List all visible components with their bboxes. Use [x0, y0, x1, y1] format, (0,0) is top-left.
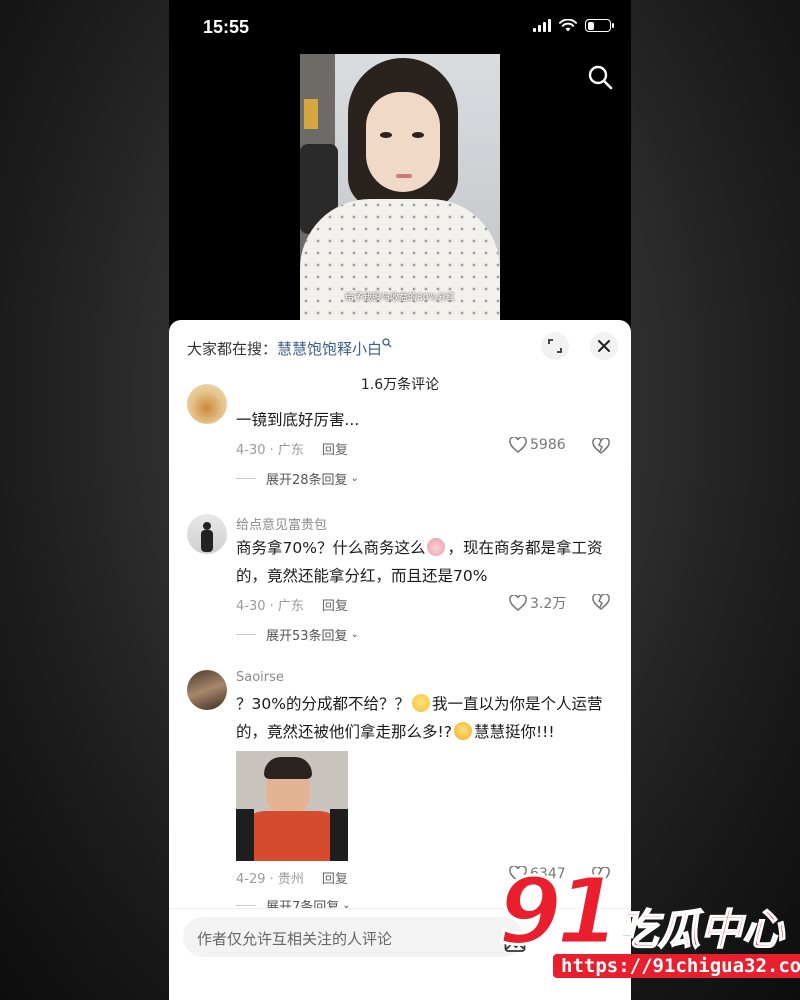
like-button[interactable]: 5986	[509, 437, 566, 453]
small-search-icon	[382, 338, 392, 348]
comment-text-part: ？30%的分成都不给？？	[236, 695, 410, 713]
comment-input-placeholder: 作者仅允许互相关注的人评论	[197, 930, 393, 948]
comment-meta: 4-30 · 广东 回复	[236, 595, 348, 614]
watermark-url: https://91chigua32.com	[553, 954, 800, 978]
sheet-header: 大家都在搜：慧慧饱饱释小白 1.6万条评论	[169, 320, 631, 400]
comment-text-part: 慧慧挺你!!!	[473, 723, 555, 741]
comment-username[interactable]: Saoirse	[236, 670, 284, 685]
comment-count: 1.6万条评论	[360, 377, 440, 393]
video-player[interactable]: 给予我股与收益的30%分红	[300, 54, 500, 324]
expand-replies-label: 展开28条回复	[266, 473, 348, 488]
like-count: 3.2万	[530, 596, 567, 612]
comment-text: ？30%的分成都不给？？ 我一直以为你是个人运营的，竟然还被他们拿走那么多!? 慧慧…	[236, 690, 616, 746]
expand-replies-button[interactable]: 展开53条回复 ⌄	[236, 625, 359, 644]
heart-icon	[509, 437, 527, 453]
trending-prefix: 大家都在搜：	[187, 340, 278, 358]
comment-text: 商务拿70%？什么商务这么 ，现在商务都是拿工资的，竟然还能拿分红，而且还是70%	[236, 534, 616, 590]
broken-heart-icon[interactable]	[592, 594, 610, 610]
expand-button[interactable]	[541, 332, 569, 360]
like-count: 5986	[530, 437, 566, 453]
chevron-down-icon: ⌄	[350, 629, 359, 640]
cellular-signal-icon	[533, 19, 551, 32]
comment-date-location: 4-30 · 广东	[236, 599, 304, 614]
comment-text-part: 商务拿70%？什么商务这么	[236, 539, 426, 557]
heart-icon	[509, 595, 527, 611]
comment-text: 一镜到底好厉害...	[236, 411, 360, 429]
search-icon[interactable]	[587, 64, 613, 90]
comment-meta: 4-30 · 广东 回复	[236, 439, 348, 458]
like-button[interactable]: 3.2万	[509, 593, 566, 613]
video-caption: 给予我股与收益的30%分红	[344, 293, 455, 303]
battery-icon	[585, 19, 614, 32]
reply-button[interactable]: 回复	[322, 599, 348, 614]
avatar[interactable]	[187, 670, 227, 710]
phone-screen: 15:55 给予我股与收益的30%分红 大家都在搜：慧慧饱饱释小白 1.6万条评…	[169, 0, 631, 1000]
comment-image[interactable]	[236, 751, 348, 861]
expand-replies-button[interactable]: 展开28条回复 ⌄	[236, 469, 359, 488]
cow-emoji-icon	[427, 538, 446, 556]
reply-button[interactable]: 回复	[322, 872, 348, 887]
avatar[interactable]	[187, 384, 227, 424]
broken-heart-icon[interactable]	[592, 438, 610, 454]
watermark-logo-number: 91	[496, 857, 621, 967]
chevron-down-icon: ⌄	[350, 473, 359, 484]
status-time: 15:55	[203, 17, 250, 37]
trending-search[interactable]: 大家都在搜：慧慧饱饱释小白	[187, 338, 392, 359]
status-icons	[533, 19, 614, 32]
comment-username[interactable]: 给点意见富贵包	[236, 514, 327, 533]
comment-date-location: 4-30 · 广东	[236, 443, 304, 458]
comment-input[interactable]: 作者仅允许互相关注的人评论	[183, 917, 526, 957]
battery-level	[587, 21, 594, 30]
expand-replies-label: 展开53条回复	[266, 629, 348, 644]
status-bar: 15:55	[169, 0, 631, 54]
site-watermark: 91 吃瓜中心 https://91chigua32.com	[496, 857, 800, 988]
smile-emoji-icon	[411, 694, 430, 712]
comment-meta: 4-29 · 贵州 回复	[236, 868, 348, 887]
watermark-brand: 吃瓜中心	[615, 904, 785, 955]
reply-button[interactable]: 回复	[322, 443, 348, 458]
comment-date-location: 4-29 · 贵州	[236, 872, 304, 887]
close-button[interactable]	[590, 332, 618, 360]
wifi-icon	[559, 19, 577, 32]
angry-emoji-icon	[453, 722, 472, 740]
expand-icon	[548, 339, 562, 353]
avatar[interactable]	[187, 514, 227, 554]
close-icon	[598, 340, 610, 352]
trending-topic-link[interactable]: 慧慧饱饱释小白	[277, 340, 382, 358]
